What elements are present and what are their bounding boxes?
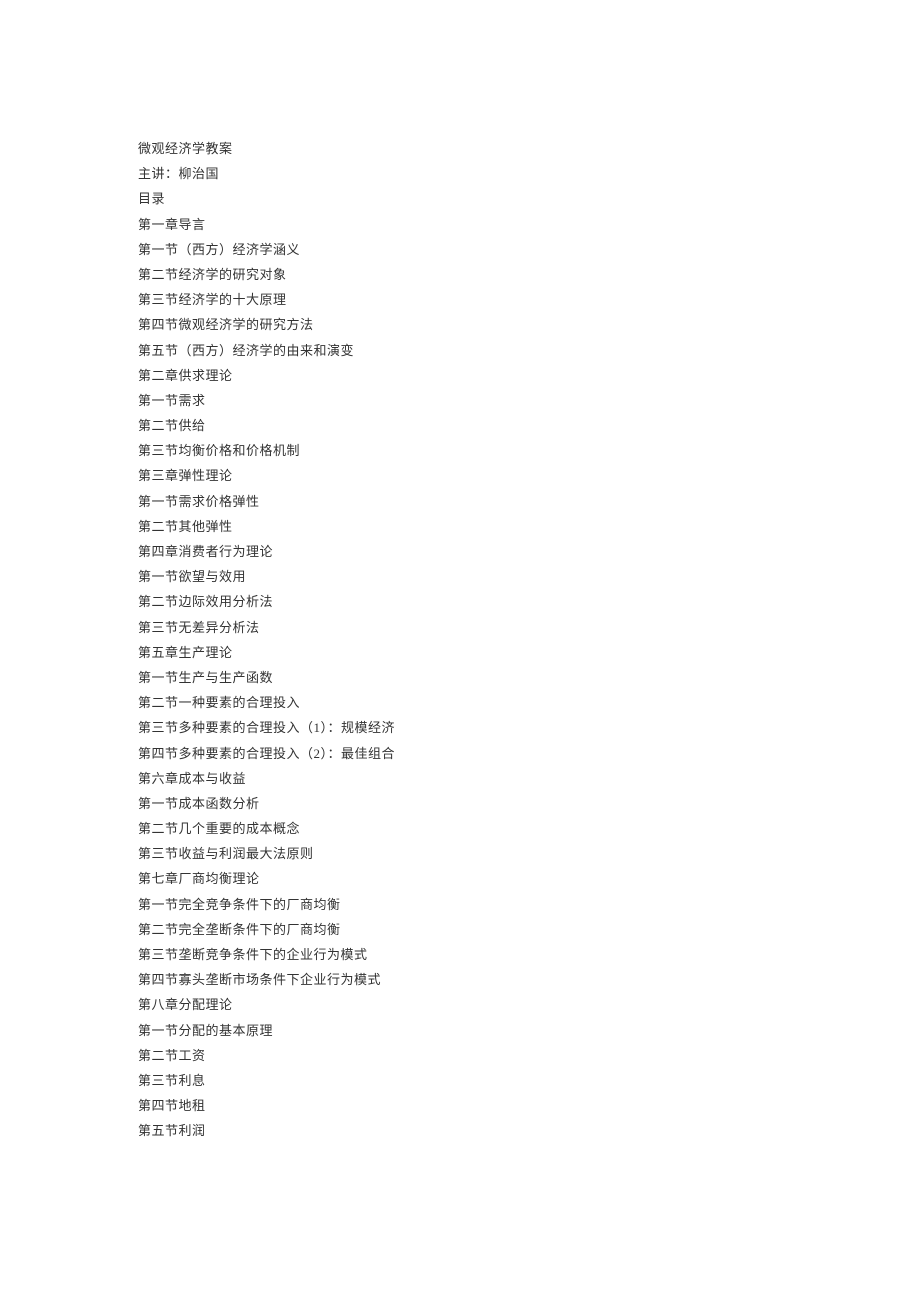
section-heading: 第三节垄断竞争条件下的企业行为模式 (138, 948, 920, 961)
chapter-heading: 第八章分配理论 (138, 998, 920, 1011)
section-heading: 第一节（西方）经济学涵义 (138, 243, 920, 256)
section-heading: 第三节经济学的十大原理 (138, 293, 920, 306)
chapter-heading: 第三章弹性理论 (138, 469, 920, 482)
document-page: 微观经济学教案 主讲：柳治国 目录 第一章导言 第一节（西方）经济学涵义 第二节… (0, 0, 920, 1137)
section-heading: 第三节利息 (138, 1074, 920, 1087)
section-heading: 第一节完全竞争条件下的厂商均衡 (138, 898, 920, 911)
section-heading: 第二节完全垄断条件下的厂商均衡 (138, 923, 920, 936)
section-heading: 第四节地租 (138, 1099, 920, 1112)
section-heading: 第五节（西方）经济学的由来和演变 (138, 344, 920, 357)
section-heading: 第二节几个重要的成本概念 (138, 822, 920, 835)
section-heading: 第二节边际效用分析法 (138, 595, 920, 608)
section-heading: 第一节成本函数分析 (138, 797, 920, 810)
section-heading: 第四节微观经济学的研究方法 (138, 318, 920, 331)
section-heading: 第二节工资 (138, 1049, 920, 1062)
section-heading: 第一节需求 (138, 394, 920, 407)
section-heading: 第一节生产与生产函数 (138, 671, 920, 684)
chapter-heading: 第一章导言 (138, 218, 920, 231)
section-heading: 第二节供给 (138, 419, 920, 432)
section-heading: 第二节其他弹性 (138, 520, 920, 533)
chapter-heading: 第五章生产理论 (138, 646, 920, 659)
section-heading: 第二节一种要素的合理投入 (138, 696, 920, 709)
section-heading: 第三节均衡价格和价格机制 (138, 444, 920, 457)
section-heading: 第一节需求价格弹性 (138, 495, 920, 508)
section-heading: 第二节经济学的研究对象 (138, 268, 920, 281)
doc-title: 微观经济学教案 (138, 142, 920, 155)
toc-heading: 目录 (138, 192, 920, 205)
section-heading: 第三节收益与利润最大法原则 (138, 847, 920, 860)
chapter-heading: 第四章消费者行为理论 (138, 545, 920, 558)
lecturer-line: 主讲：柳治国 (138, 167, 920, 180)
section-heading: 第五节利润 (138, 1124, 920, 1137)
section-heading: 第一节分配的基本原理 (138, 1024, 920, 1037)
section-heading: 第一节欲望与效用 (138, 570, 920, 583)
section-heading: 第四节寡头垄断市场条件下企业行为模式 (138, 973, 920, 986)
chapter-heading: 第七章厂商均衡理论 (138, 872, 920, 885)
chapter-heading: 第二章供求理论 (138, 369, 920, 382)
section-heading: 第三节多种要素的合理投入（1）：规模经济 (138, 721, 920, 734)
chapter-heading: 第六章成本与收益 (138, 772, 920, 785)
section-heading: 第三节无差异分析法 (138, 621, 920, 634)
section-heading: 第四节多种要素的合理投入（2）：最佳组合 (138, 747, 920, 760)
